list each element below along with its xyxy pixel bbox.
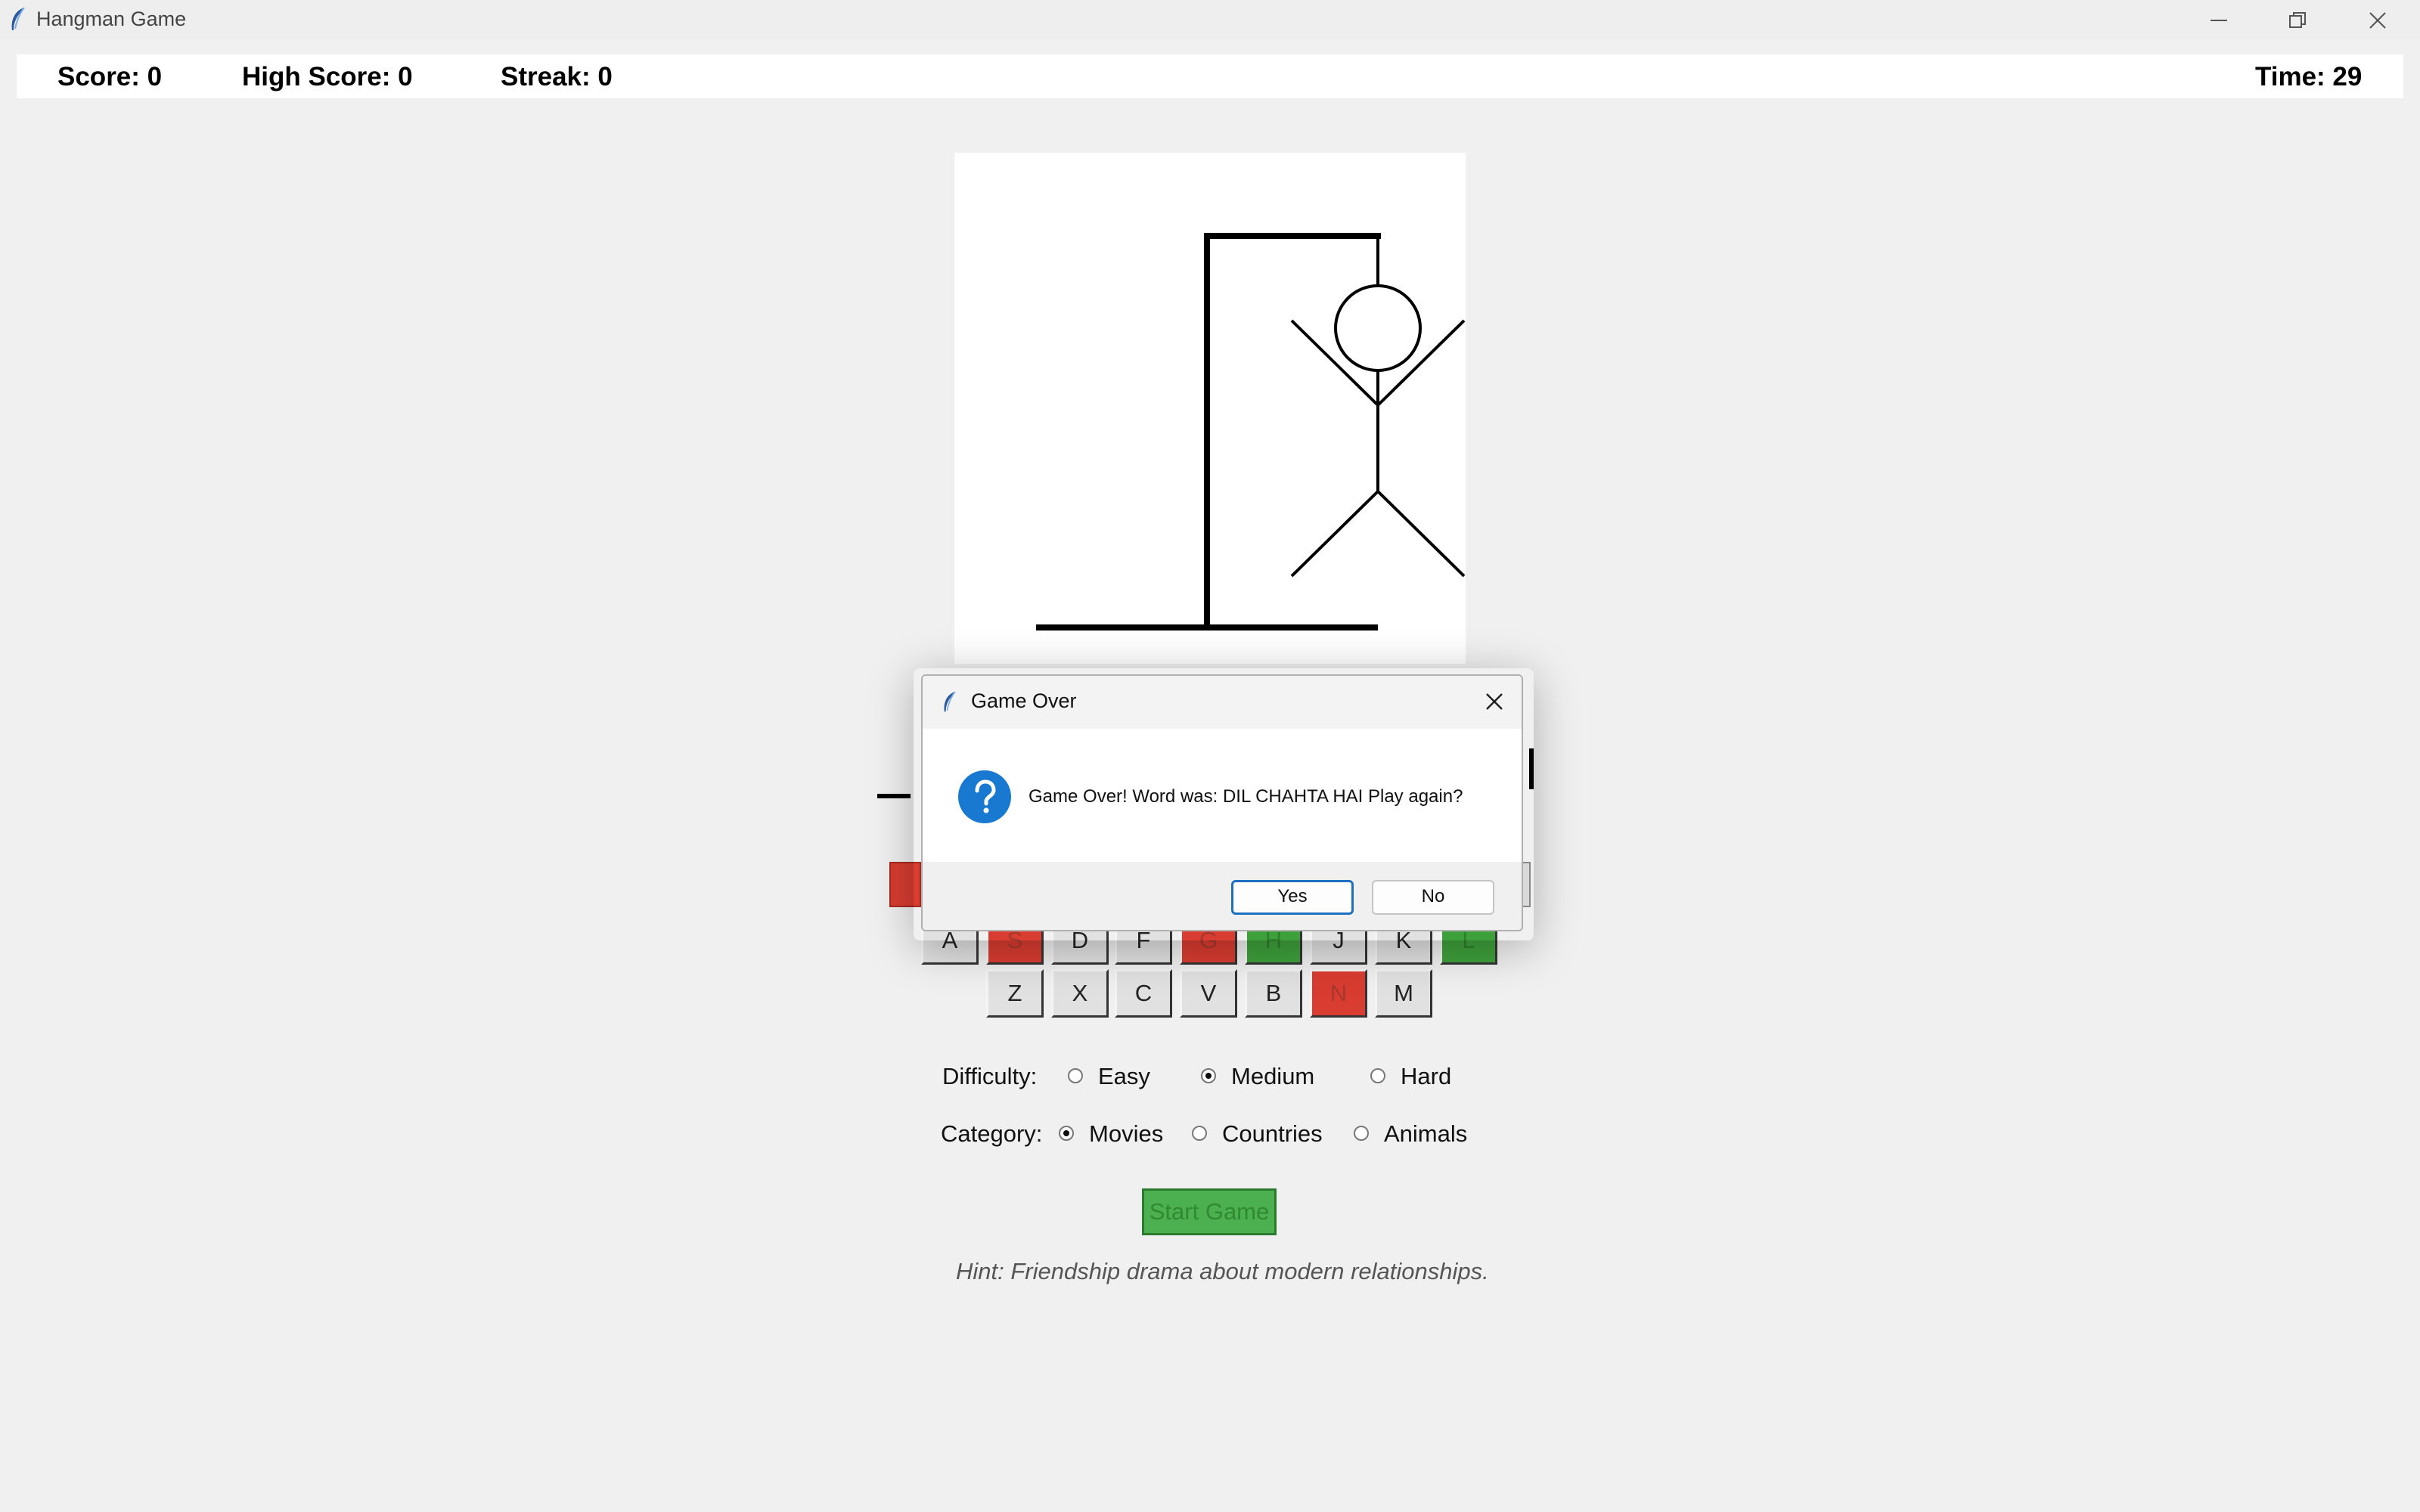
- letter-key[interactable]: N: [1310, 969, 1367, 1018]
- timer-label: Time: 29: [2255, 62, 2363, 91]
- category-countries-radio[interactable]: Countries: [1192, 1120, 1323, 1148]
- window-title: Hangman Game: [36, 8, 187, 30]
- category-animals-radio[interactable]: Animals: [1354, 1120, 1467, 1148]
- feather-app-icon: [11, 7, 25, 30]
- status-bar: Score: 0 High Score: 0 Streak: 0 Time: 2…: [17, 54, 2403, 98]
- letter-key[interactable]: M: [1375, 969, 1432, 1018]
- minimize-icon: [2211, 20, 2227, 21]
- restore-icon: [2289, 12, 2306, 28]
- category-label: Category:: [941, 1120, 1043, 1147]
- letter-key[interactable]: X: [1051, 969, 1109, 1018]
- radio-label: Easy: [1098, 1063, 1150, 1089]
- difficulty-hard-radio[interactable]: Hard: [1370, 1063, 1451, 1090]
- category-movies-radio[interactable]: Movies: [1059, 1120, 1163, 1148]
- window-titlebar: Hangman Game: [0, 0, 2420, 39]
- radio-indicator: [1192, 1125, 1207, 1141]
- radio-indicator: [1068, 1067, 1083, 1083]
- hangman-left-leg: [1290, 490, 1379, 578]
- difficulty-easy-radio[interactable]: Easy: [1068, 1063, 1150, 1090]
- hangman-canvas: [954, 153, 1466, 664]
- radio-label: Countries: [1222, 1120, 1323, 1147]
- radio-indicator: [1354, 1125, 1369, 1141]
- radio-indicator: [1201, 1067, 1216, 1083]
- close-icon[interactable]: [1479, 686, 1509, 717]
- hangman-right-leg: [1376, 490, 1466, 578]
- radio-indicator: [1370, 1067, 1385, 1083]
- game-over-dialog: Game Over Game Over! Word was: DIL CHAHT…: [921, 674, 1523, 931]
- letter-key[interactable]: V: [1180, 969, 1237, 1018]
- restore-button[interactable]: [2258, 0, 2337, 39]
- dialog-body: Game Over! Word was: DIL CHAHTA HAI Play…: [923, 729, 1522, 862]
- radio-indicator: [1059, 1125, 1074, 1141]
- letter-key[interactable]: C: [1115, 969, 1172, 1018]
- minimize-button[interactable]: [2180, 0, 2258, 39]
- close-window-button[interactable]: [2338, 0, 2417, 39]
- difficulty-label: Difficulty:: [942, 1063, 1038, 1089]
- hangman-drawing: [1036, 233, 1466, 631]
- streak-label: Streak: 0: [501, 62, 613, 91]
- start-game-button[interactable]: Start Game: [1142, 1188, 1277, 1235]
- high-score-label: High Score: 0: [242, 62, 413, 91]
- difficulty-medium-radio[interactable]: Medium: [1201, 1063, 1314, 1090]
- radio-label: Animals: [1384, 1120, 1468, 1147]
- score-label: Score: 0: [57, 62, 163, 91]
- radio-label: Medium: [1231, 1063, 1315, 1089]
- radio-label: Hard: [1401, 1063, 1452, 1089]
- word-letter-blank: [877, 794, 911, 798]
- dialog-message: Game Over! Word was: DIL CHAHTA HAI Play…: [1028, 786, 1463, 807]
- no-button[interactable]: No: [1372, 880, 1494, 915]
- dialog-titlebar: Game Over: [923, 676, 1522, 729]
- dialog-title: Game Over: [971, 689, 1077, 712]
- feather-app-icon: [944, 691, 956, 712]
- yes-button[interactable]: Yes: [1231, 880, 1354, 915]
- radio-label: Movies: [1089, 1120, 1164, 1147]
- letter-key[interactable]: Z: [986, 969, 1044, 1018]
- close-icon: [2369, 12, 2386, 29]
- question-icon: [958, 770, 1011, 823]
- hangman-head: [1334, 284, 1422, 372]
- letter-key[interactable]: B: [1245, 969, 1302, 1018]
- hint-text: Hint: Friendship drama about modern rela…: [956, 1258, 1489, 1284]
